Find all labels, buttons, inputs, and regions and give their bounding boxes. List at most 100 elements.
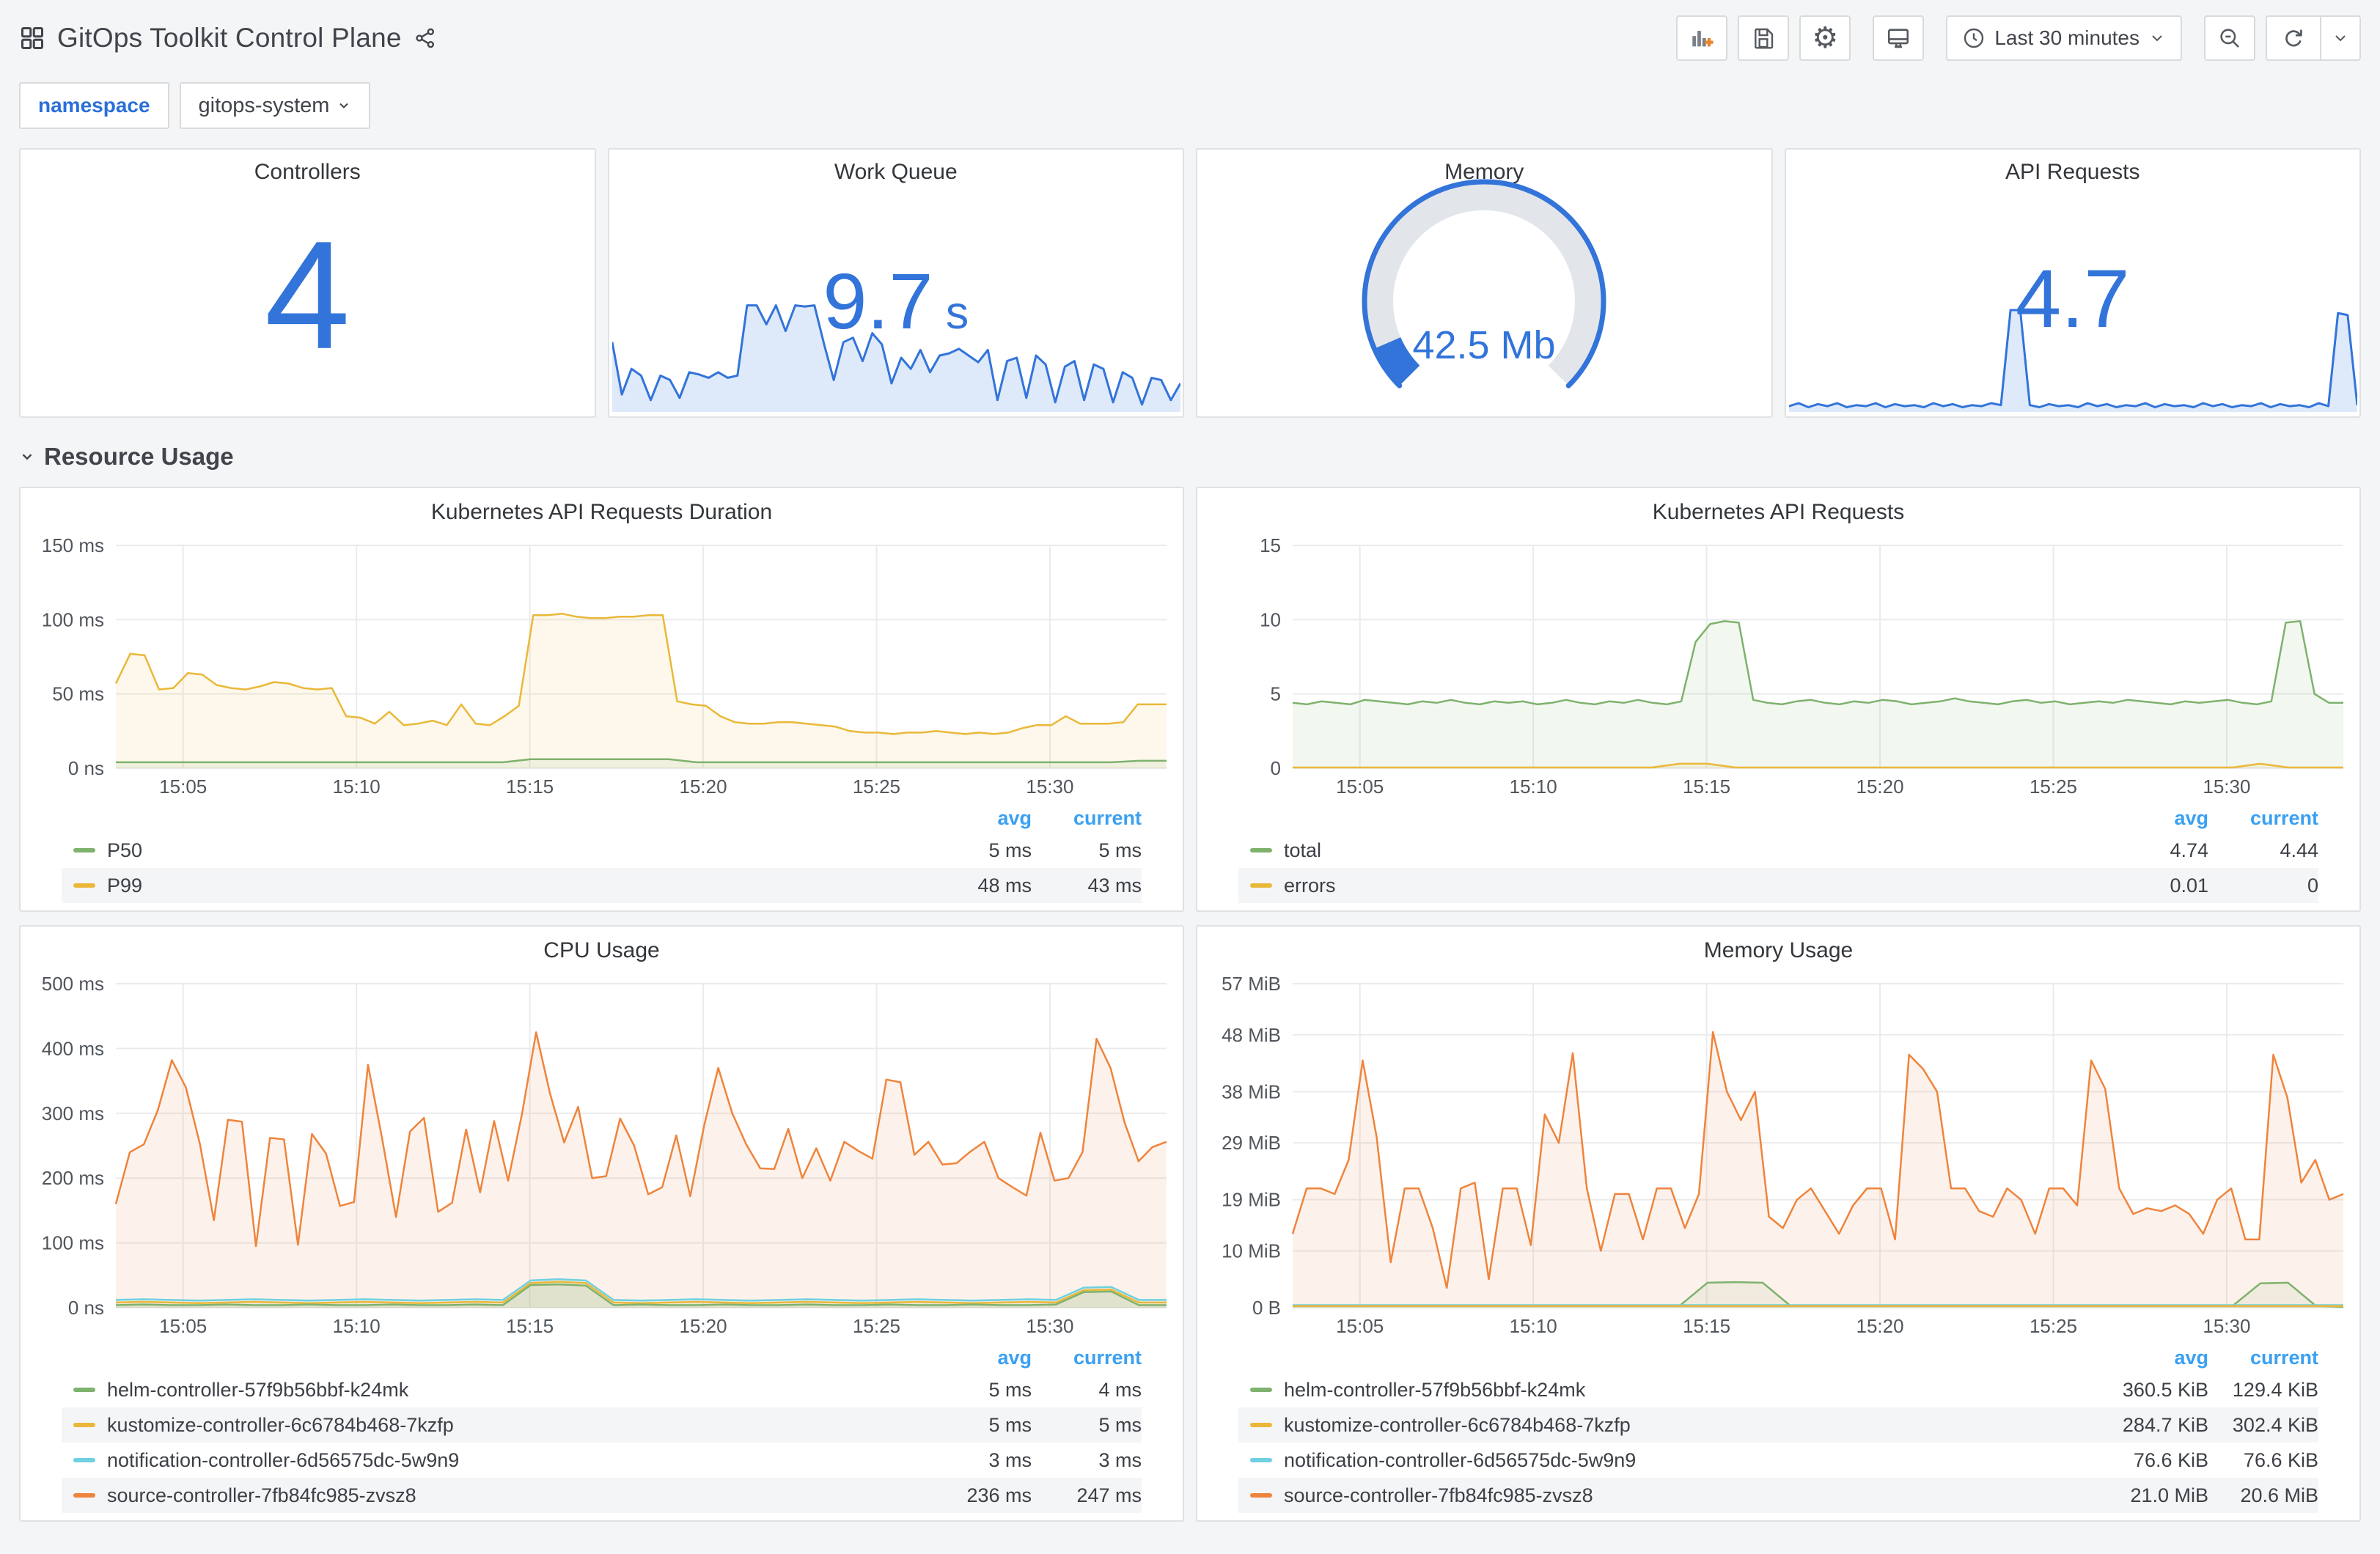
series-color-dash[interactable] xyxy=(1250,1423,1272,1427)
legend-row: helm-controller-57f9b56bbf-k24mk 360.5 Ki… xyxy=(1238,1372,2318,1407)
panel-k8s-api-requests[interactable]: Kubernetes API Requests 0 5 10 15 15:05 15:10… xyxy=(1196,487,2361,912)
panel-api-requests[interactable]: API Requests 4.7 xyxy=(1784,148,2361,418)
series-color-dash[interactable] xyxy=(1250,1493,1272,1498)
gauge: 42.5 Mb xyxy=(1315,175,1653,416)
series-current: 0 xyxy=(2307,874,2318,896)
series-name[interactable]: helm-controller-57f9b56bbf-k24mk xyxy=(107,1379,907,1402)
series-name[interactable]: P50 xyxy=(107,839,907,862)
legend-col-avg[interactable]: avg xyxy=(907,807,1032,830)
series-color-dash[interactable] xyxy=(73,883,95,888)
svg-text:15:05: 15:05 xyxy=(1336,1315,1384,1337)
time-range-picker[interactable]: Last 30 minutes xyxy=(1946,15,2182,61)
svg-text:15:10: 15:10 xyxy=(1510,776,1557,798)
series-name[interactable]: errors xyxy=(1284,874,2084,897)
series-current: 129.4 KiB xyxy=(2232,1378,2318,1401)
svg-text:10: 10 xyxy=(1260,608,1281,630)
chevron-down-icon xyxy=(339,103,349,108)
refresh-interval-button[interactable] xyxy=(2320,15,2361,61)
stat-value: 9.7 s xyxy=(823,257,969,346)
series-color-dash[interactable] xyxy=(73,1388,95,1392)
cycle-view-button[interactable] xyxy=(1873,15,1925,61)
series-name[interactable]: P99 xyxy=(107,874,907,897)
time-series-chart[interactable]: 0 ns 50 ms 100 ms 150 ms 15:05 15:10 15:15 15:2… xyxy=(26,534,1177,803)
panel-memory-usage[interactable]: Memory Usage 0 B 10 MiB 19 MiB 29 MiB 38 MiB… xyxy=(1196,925,2361,1522)
series-name[interactable]: total xyxy=(1284,839,2084,862)
time-series-chart[interactable]: 0 ns 100 ms 200 ms 300 ms 400 ms 500 ms 15:05 1… xyxy=(26,972,1177,1343)
refresh-icon xyxy=(2285,29,2302,47)
legend-col-avg[interactable]: avg xyxy=(907,1347,1032,1369)
series-current: 4 ms xyxy=(1098,1378,1142,1401)
save-dashboard-button[interactable] xyxy=(1738,15,1790,61)
svg-text:15: 15 xyxy=(1260,534,1281,556)
series-name[interactable]: notification-controller-6d56575dc-5w9n9 xyxy=(1284,1449,2084,1472)
panel-cpu-usage[interactable]: CPU Usage 0 ns 100 ms 200 ms 300 ms 400 ms 50… xyxy=(19,925,1184,1522)
svg-text:48 MiB: 48 MiB xyxy=(1222,1024,1281,1046)
series-color-dash[interactable] xyxy=(73,1493,95,1498)
legend-col-current[interactable]: current xyxy=(2208,807,2318,830)
zoom-out-button[interactable] xyxy=(2204,15,2255,61)
time-series-chart[interactable]: 0 5 10 15 15:05 15:10 15:15 15:20 15:25 15:30 xyxy=(1203,534,2354,803)
chart-row-2: CPU Usage 0 ns 100 ms 200 ms 300 ms 400 ms 50… xyxy=(19,925,2361,1522)
chevron-down-icon xyxy=(2335,35,2346,42)
svg-text:0 ns: 0 ns xyxy=(68,757,104,779)
legend-header: avg current xyxy=(62,1343,1142,1372)
panel-memory[interactable]: Memory 42.5 Mb xyxy=(1196,148,1773,418)
panel-title: CPU Usage xyxy=(543,938,660,962)
panel-k8s-api-requests-duration[interactable]: Kubernetes API Requests Duration 0 ns 50 … xyxy=(19,487,1184,912)
panel-controllers[interactable]: Controllers 4 xyxy=(19,148,596,418)
series-name[interactable]: source-controller-7fb84fc985-zvsz8 xyxy=(1284,1484,2084,1507)
series-current: 76.6 KiB xyxy=(2243,1448,2318,1471)
svg-text:15:10: 15:10 xyxy=(333,1315,381,1337)
series-name[interactable]: helm-controller-57f9b56bbf-k24mk xyxy=(1284,1379,2084,1402)
legend-col-avg[interactable]: avg xyxy=(2084,1347,2208,1369)
series-name[interactable]: kustomize-controller-6c6784b468-7kzfp xyxy=(107,1414,907,1437)
monitor-icon xyxy=(1888,29,1909,48)
svg-text:15:25: 15:25 xyxy=(2030,1315,2077,1337)
section-resource-usage[interactable]: Resource Usage xyxy=(19,440,2361,474)
clock-icon xyxy=(1964,28,1984,48)
series-color-dash[interactable] xyxy=(73,1423,95,1427)
series-name[interactable]: kustomize-controller-6c6784b468-7kzfp xyxy=(1284,1414,2084,1437)
svg-text:15:30: 15:30 xyxy=(1026,1315,1073,1337)
time-range-label: Last 30 minutes xyxy=(1994,26,2140,49)
series-color-dash[interactable] xyxy=(73,848,95,853)
add-panel-button[interactable] xyxy=(1676,15,1728,61)
series-avg: 4.74 xyxy=(2170,839,2208,861)
legend-col-current[interactable]: current xyxy=(1032,1347,1142,1369)
time-series-chart[interactable]: 0 B 10 MiB 19 MiB 29 MiB 38 MiB 48 MiB 57 MiB 1… xyxy=(1203,972,2354,1343)
svg-text:15:20: 15:20 xyxy=(1856,1315,1904,1337)
series-current: 5 ms xyxy=(1098,1413,1142,1436)
dashboard-settings-button[interactable]: ⚙ xyxy=(1799,15,1851,61)
legend-col-current[interactable]: current xyxy=(1032,807,1142,830)
zoom-out-icon xyxy=(2220,29,2239,48)
refresh-button[interactable] xyxy=(2266,15,2320,61)
variable-value-dropdown[interactable]: gitops-system xyxy=(179,82,371,129)
legend-row: P99 48 ms 43 ms xyxy=(62,868,1142,903)
series-color-dash[interactable] xyxy=(1250,1458,1272,1462)
series-color-dash[interactable] xyxy=(1250,883,1272,888)
legend-row: notification-controller-6d56575dc-5w9n9 7… xyxy=(1238,1443,2318,1478)
series-color-dash[interactable] xyxy=(1250,848,1272,853)
series-current: 247 ms xyxy=(1076,1484,1142,1506)
panel-title: Kubernetes API Requests Duration xyxy=(430,500,773,524)
panel-work-queue[interactable]: Work Queue 9.7 s xyxy=(607,148,1184,418)
series-color-dash[interactable] xyxy=(1250,1388,1272,1392)
legend-row: total 4.74 4.44 xyxy=(1238,833,2318,868)
legend-col-avg[interactable]: avg xyxy=(2084,807,2208,830)
series-avg: 76.6 KiB xyxy=(2133,1448,2208,1471)
series-current: 5 ms xyxy=(1098,839,1142,861)
svg-text:15:25: 15:25 xyxy=(853,1315,900,1337)
svg-text:5: 5 xyxy=(1271,683,1281,705)
svg-text:15:30: 15:30 xyxy=(1026,776,1073,798)
panel-title: Controllers xyxy=(254,160,361,184)
svg-text:500 ms: 500 ms xyxy=(42,973,104,995)
series-name[interactable]: notification-controller-6d56575dc-5w9n9 xyxy=(107,1449,907,1472)
series-name[interactable]: source-controller-7fb84fc985-zvsz8 xyxy=(107,1484,907,1507)
legend-row: errors 0.01 0 xyxy=(1238,868,2318,903)
stat-value: 4.7 xyxy=(2015,252,2130,345)
legend-col-current[interactable]: current xyxy=(2208,1347,2318,1369)
series-color-dash[interactable] xyxy=(73,1458,95,1462)
svg-text:150 ms: 150 ms xyxy=(42,534,104,556)
share-icon[interactable] xyxy=(414,26,437,50)
panel-title: Memory Usage xyxy=(1703,938,1854,962)
